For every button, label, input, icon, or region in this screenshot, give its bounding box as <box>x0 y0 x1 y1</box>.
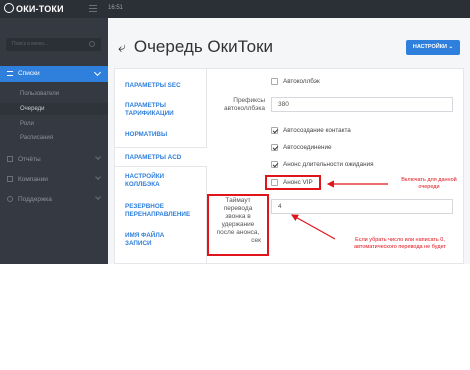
settings-panel: ПАРАМЕТРЫ SEC ПАРАМЕТРЫ ТАРИФИКАЦИИ НОРМА… <box>114 68 464 264</box>
tab-label: ИМЯ ФАЙЛА <box>125 232 165 239</box>
back-arrow-icon[interactable]: ⤶ <box>118 39 126 56</box>
note-line: Включать для данной <box>401 177 457 183</box>
clock: 16:51 <box>108 5 124 11</box>
tab-label: ТАРИФИКАЦИИ <box>125 110 174 117</box>
sidebar-subitem-schedules[interactable]: Расписания <box>0 132 108 144</box>
top-bar: ОКИ-ТОКИ 16:51 <box>0 0 470 18</box>
list-icon <box>7 71 13 76</box>
note-line: Если убрать число или написать 0, <box>355 237 445 243</box>
logo-icon <box>4 3 14 13</box>
sidebar-subitem-roles[interactable]: Роли <box>0 118 108 130</box>
label-line: Префиксы <box>233 97 265 104</box>
tab-sec-params[interactable]: ПАРАМЕТРЫ SEC <box>125 82 181 90</box>
tab-tariff-params[interactable]: ПАРАМЕТРЫ ТАРИФИКАЦИИ <box>125 102 174 118</box>
checkbox-box <box>271 127 278 134</box>
checkbox-label: Автосоздание контакта <box>283 127 351 134</box>
sidebar-item-support[interactable]: Поддержка <box>0 192 108 208</box>
tab-reserve-redirect[interactable]: РЕЗЕРВНОЕ ПЕРЕНАПРАВЛЕНИЕ <box>125 203 190 219</box>
chart-icon <box>7 156 13 162</box>
vip-highlight-box <box>265 175 321 190</box>
auto-contact-checkbox[interactable]: Автосоздание контакта <box>271 127 351 134</box>
sidebar-item-lists[interactable]: Списки <box>0 66 108 82</box>
wrench-icon <box>7 196 13 202</box>
tab-record-filename[interactable]: ИМЯ ФАЙЛА ЗАПИСИ <box>125 232 164 248</box>
wait-announce-checkbox[interactable]: Анонс длительности ожидания <box>271 161 374 168</box>
vip-annotation: Включать для данной очереди <box>388 177 470 191</box>
checkbox-box <box>271 78 278 85</box>
tab-callback-settings[interactable]: НАСТРОЙКИ КОЛЛБЭКА <box>125 173 164 189</box>
search-icon <box>89 41 95 47</box>
sidebar-item-label: Списки <box>18 70 40 77</box>
tab-label: РЕЗЕРВНОЕ <box>125 203 164 210</box>
tab-label: ПЕРЕНАПРАВЛЕНИЕ <box>125 211 191 218</box>
logo-text: ОКИ-ТОКИ <box>16 4 64 14</box>
auto-connect-checkbox[interactable]: Автосоединение <box>271 144 331 151</box>
search-placeholder: Поиск в меню... <box>12 41 49 47</box>
app-logo[interactable]: ОКИ-ТОКИ <box>4 3 64 14</box>
tab-label: НАСТРОЙКИ <box>125 173 165 180</box>
menu-toggle-icon[interactable] <box>89 5 97 12</box>
prefixes-input[interactable]: 380 <box>271 97 453 112</box>
autocallback-checkbox[interactable]: Автоколлбэк <box>271 78 320 85</box>
timeout-highlight-box <box>207 194 269 256</box>
settings-button[interactable]: НАСТРОЙКИ ⌄ <box>406 40 460 55</box>
building-icon <box>7 176 13 182</box>
note-line: очереди <box>418 184 440 190</box>
checkbox-label: Анонс длительности ожидания <box>283 161 374 168</box>
tab-label: ПАРАМЕТРЫ <box>125 102 166 109</box>
app-window: ОКИ-ТОКИ 16:51 Поиск в меню... Списки По… <box>0 0 470 264</box>
sidebar-item-label: Отчёты <box>18 156 41 163</box>
prefixes-label: Префиксы автоколлбэка <box>215 97 265 113</box>
sidebar: Поиск в меню... Списки Пользователи Очер… <box>0 18 108 264</box>
label-line: автоколлбэка <box>224 105 265 112</box>
checkbox-label: Автосоединение <box>283 144 332 151</box>
sidebar-item-companies[interactable]: Компании <box>0 172 108 188</box>
timeout-annotation: Если убрать число или написать 0, автома… <box>330 237 470 251</box>
page-title: ⤶ Очередь ОкиТоки <box>118 37 273 57</box>
sidebar-item-label: Поддержка <box>18 196 52 203</box>
sidebar-search-input[interactable]: Поиск в меню... <box>6 38 101 51</box>
tab-label: ЗАПИСИ <box>125 240 152 247</box>
tab-acd-params[interactable]: ПАРАМЕТРЫ ACD <box>115 147 207 167</box>
sidebar-subitem-queues[interactable]: Очереди <box>0 103 108 115</box>
sidebar-item-reports[interactable]: Отчёты <box>0 152 108 168</box>
chevron-down-icon <box>93 68 102 77</box>
sidebar-item-label: Компании <box>18 176 48 183</box>
sidebar-subitem-users[interactable]: Пользователи <box>0 88 108 100</box>
main-content: ⤶ Очередь ОкиТоки НАСТРОЙКИ ⌄ ПАРАМЕТРЫ S… <box>108 18 470 264</box>
checkbox-label: Автоколлбэк <box>283 78 320 85</box>
tab-label: КОЛЛБЭКА <box>125 181 160 188</box>
checkbox-box <box>271 144 278 151</box>
tab-list: ПАРАМЕТРЫ SEC ПАРАМЕТРЫ ТАРИФИКАЦИИ НОРМА… <box>115 69 207 264</box>
timeout-input[interactable]: 4 <box>271 199 453 214</box>
note-line: автоматического перевода не будет <box>354 244 446 250</box>
tab-normatives[interactable]: НОРМАТИВЫ <box>125 131 167 139</box>
page-title-text: Очередь ОкиТоки <box>133 37 274 56</box>
chevron-down-icon <box>95 174 101 180</box>
chevron-down-icon <box>95 154 101 160</box>
checkbox-box <box>271 161 278 168</box>
chevron-down-icon <box>95 194 101 200</box>
